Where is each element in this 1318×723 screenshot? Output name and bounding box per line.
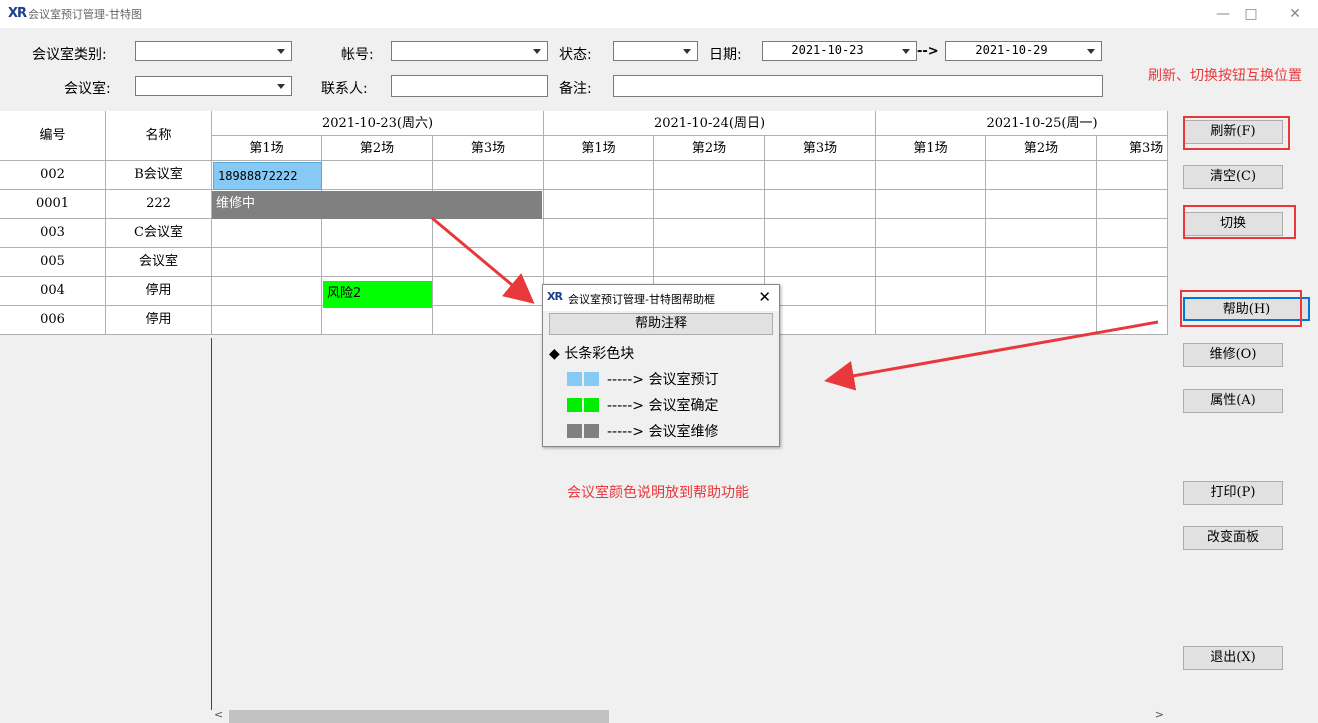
help-notes-button[interactable]: 帮助注释: [549, 313, 773, 335]
annotation-color-help: 会议室颜色说明放到帮助功能: [567, 485, 749, 501]
help-dialog[interactable]: XR 会议室预订管理-甘特图帮助框 ✕ 帮助注释 ◆ 长条彩色块 -----> …: [542, 284, 780, 447]
legend-repair-text: -----> 会议室维修: [607, 424, 719, 440]
arrow-to-dialog: [431, 216, 535, 304]
swatch-confirmed: [567, 398, 582, 412]
legend-item-repair: -----> 会议室维修: [567, 421, 718, 441]
app-logo-icon: XR: [547, 290, 563, 303]
legend-section-title: ◆ 长条彩色块: [549, 346, 635, 362]
swatch-repair: [584, 424, 599, 438]
legend-booked-text: -----> 会议室预订: [607, 372, 719, 388]
swatch-confirmed: [584, 398, 599, 412]
help-dialog-title: 会议室预订管理-甘特图帮助框: [568, 293, 715, 306]
legend-item-booked: -----> 会议室预订: [567, 369, 718, 389]
arrow-from-help: [824, 320, 1159, 391]
close-icon[interactable]: ✕: [758, 288, 771, 306]
swatch-booked: [567, 372, 582, 386]
swatch-booked: [584, 372, 599, 386]
help-dialog-titlebar[interactable]: XR 会议室预订管理-甘特图帮助框 ✕: [543, 285, 779, 311]
legend-item-confirmed: -----> 会议室确定: [567, 395, 718, 415]
swatch-repair: [567, 424, 582, 438]
legend-confirmed-text: -----> 会议室确定: [607, 398, 719, 414]
